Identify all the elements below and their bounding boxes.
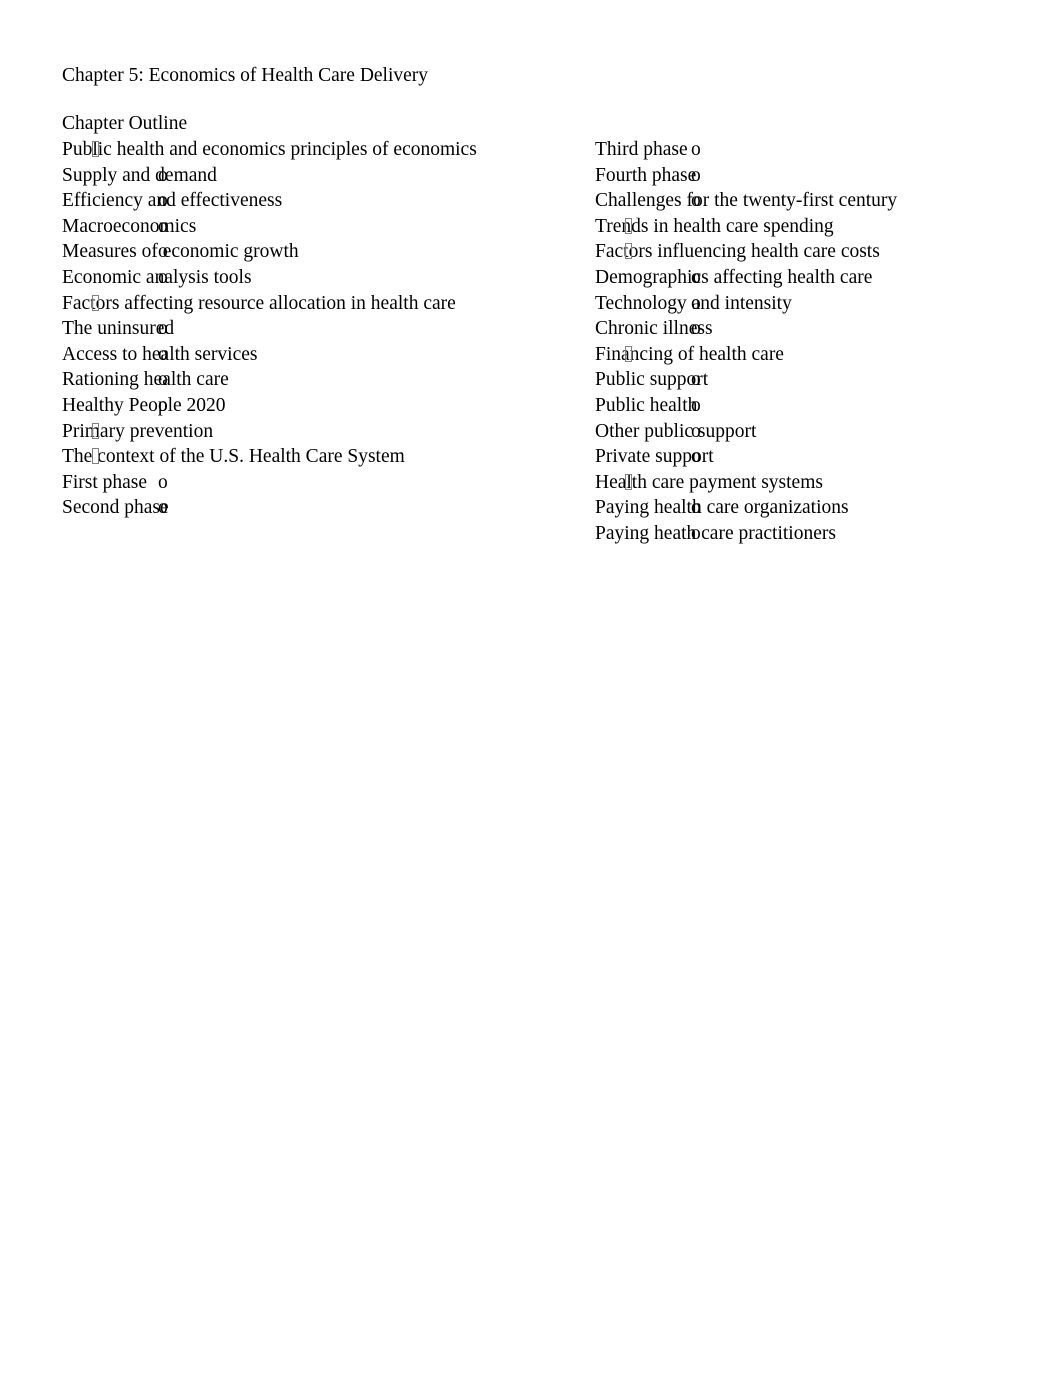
outline-item-label: Second phase [62,497,169,519]
outline-item-label: Public health [595,394,698,416]
outline-item-level2: o Public health [595,393,1035,419]
bullet-o-icon: o [691,497,701,519]
outline-item-label: First phase [62,471,148,493]
outline-item-level2: o Rationing health care [62,367,532,393]
outline-item-label: Factors affecting resource allocation in… [62,292,456,314]
bullet-o-icon: o [158,266,168,288]
outline-item-level2: o Paying heath care practitioners [595,521,1035,547]
outline-item-level2: o Access to health services [62,342,532,368]
bullet-o-icon: o [158,241,168,263]
bullet-o-icon: o [691,522,701,544]
outline-item-level1: Financing of health care [595,342,1035,368]
bullet-o-icon: o [691,318,701,340]
bullet-o-icon: o [158,318,168,340]
outline-item-level2: o Healthy People 2020 [62,393,532,419]
outline-column-left: Public health and economics principles o… [62,137,532,521]
bullet-o-icon: o [691,292,701,314]
bullet-o-icon: o [691,446,701,468]
outline-item-level2: o Macroeconomics [62,214,532,240]
outline-item-level1: Public health and economics principles o… [62,137,532,163]
bullet-box-icon [625,345,632,362]
bullet-o-icon: o [691,139,701,160]
bullet-o-icon: o [158,190,168,212]
bullet-box-icon [625,243,632,260]
bullet-o-icon: o [691,420,701,442]
outline-item-level1: Factors influencing health care costs [595,239,1035,265]
outline-item-level2: o Measures of economic growth [62,239,532,265]
outline-item-level1: Factors affecting resource allocation in… [62,291,532,317]
outline-item-label: Healthy People 2020 [62,394,226,416]
bullet-box-icon [625,473,632,490]
bullet-o-icon: o [691,369,701,391]
outline-item-label: Financing of health care [595,343,784,365]
outline-item-label: Fourth phase [595,164,697,186]
bullet-o-icon: o [691,266,701,288]
bullet-o-icon: o [158,215,168,237]
outline-item-level2: o Third phase [595,137,1035,163]
outline-item-level2: o Chronic illness [595,316,1035,342]
outline-item-label: Efficiency and effectiveness [62,190,283,212]
outline-list-left: Public health and economics principles o… [62,137,532,521]
outline-item-label: Third phase [595,139,688,160]
outline-item-label: Paying heath care practitioners [595,522,836,544]
outline-item-level2: o Private support [595,444,1035,470]
page-title: Chapter 5: Economics of Health Care Deli… [62,65,429,86]
outline-item-level2: o Economic analysis tools [62,265,532,291]
outline-item-level1: Trends in health care spending [595,214,1035,240]
outline-item-label: Paying health care organizations [595,497,849,519]
bullet-o-icon: o [158,394,168,416]
outline-item-label: Other public support [595,420,757,442]
outline-item-level2: o Challenges for the twenty-first century [595,188,1035,214]
outline-item-level1: Primary prevention [62,419,532,445]
bullet-o-icon: o [158,343,168,365]
outline-item-level2: o Public support [595,367,1035,393]
bullet-box-icon [92,448,99,465]
bullet-o-icon: o [691,190,701,212]
outline-item-label: Challenges for the twenty-first century [595,190,898,212]
outline-item-label: Measures of economic growth [62,241,299,263]
bullet-o-icon: o [158,497,168,519]
outline-item-level1: Health care payment systems [595,470,1035,496]
bullet-box-icon [92,141,99,157]
bullet-box-icon [92,422,99,439]
outline-item-level2: o Supply and demand [62,163,532,189]
bullet-o-icon: o [158,369,168,391]
outline-item-level2: o Second phase [62,495,532,521]
outline-item-label: Factors influencing health care costs [595,241,880,263]
outline-item-level2: o First phase [62,470,532,496]
section-heading-chapter-outline: Chapter Outline [62,113,188,134]
bullet-o-icon: o [158,164,168,186]
outline-item-label: Macroeconomics [62,215,197,237]
outline-list-right: o Third phase o Fourth phase o Challenges for… [595,137,1035,547]
outline-column-right: o Third phase o Fourth phase o Challenges for… [595,137,1035,547]
outline-item-level1: The context of the U.S. Health Care Syst… [62,444,532,470]
outline-item-label: Public health and economics principles o… [62,139,477,160]
outline-item-label: Supply and demand [62,164,217,186]
outline-item-level2: o Paying health care organizations [595,495,1035,521]
bullet-o-icon: o [691,394,701,416]
outline-item-level2: o Fourth phase [595,163,1035,189]
outline-item-label: Primary prevention [62,420,214,442]
bullet-box-icon [92,294,99,311]
outline-item-label: The context of the U.S. Health Care Syst… [62,446,405,468]
outline-item-label: Demographics affecting health care [595,266,873,288]
bullet-o-icon: o [691,164,701,186]
outline-item-level2: o Technology and intensity [595,291,1035,317]
outline-item-label: Economic analysis tools [62,266,252,288]
outline-item-level2: o The uninsured [62,316,532,342]
outline-item-level2: o Demographics affecting health care [595,265,1035,291]
bullet-box-icon [625,217,632,234]
document-page: Chapter 5: Economics of Health Care Deli… [0,0,1062,1377]
bullet-o-icon: o [158,471,168,493]
outline-item-label: Rationing health care [62,369,229,391]
outline-item-level2: o Other public support [595,419,1035,445]
outline-item-level2: o Efficiency and effectiveness [62,188,532,214]
